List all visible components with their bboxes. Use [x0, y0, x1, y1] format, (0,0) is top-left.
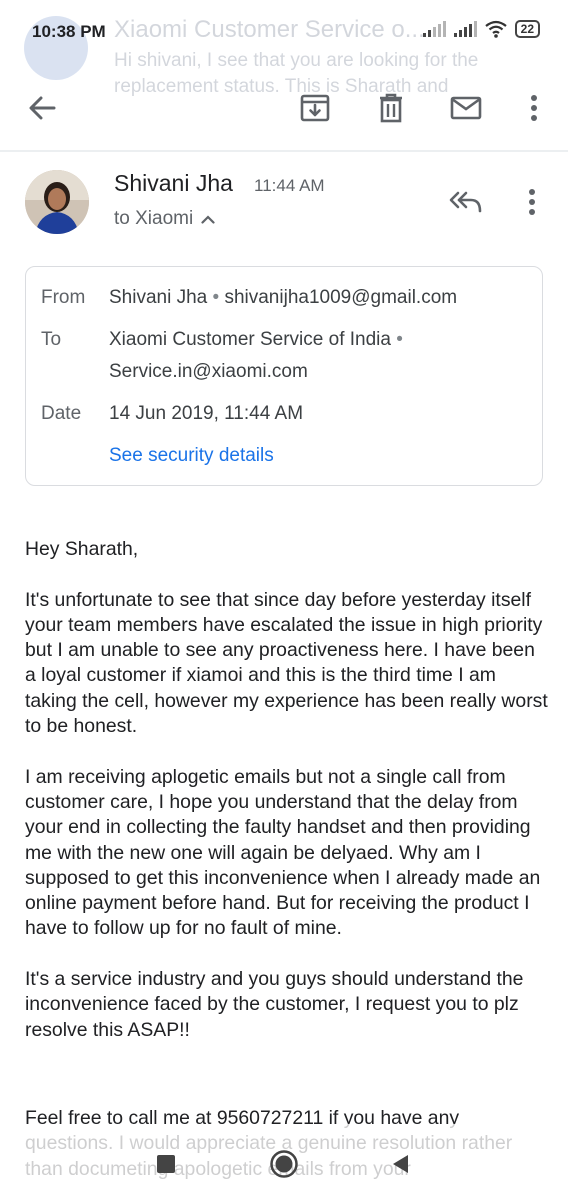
message-details-card: From Shivani Jha • shivanijha1009@gmail.…: [25, 266, 543, 486]
reply-all-button[interactable]: [446, 182, 486, 222]
nav-back-button[interactable]: [380, 1144, 420, 1184]
body-paragraph: I am receiving aplogetic emails but not …: [25, 765, 541, 940]
sender-avatar[interactable]: [25, 170, 89, 234]
body-paragraph: It's a service industry and you guys sho…: [25, 968, 524, 1041]
body-paragraph: It's unfortunate to see that since day b…: [25, 588, 548, 738]
status-icons: 22: [422, 20, 540, 38]
security-details-link[interactable]: See security details: [109, 445, 274, 467]
to-name: Xiaomi Customer Service of India: [109, 329, 391, 350]
home-button[interactable]: [264, 1144, 304, 1184]
home-circle-icon: [270, 1150, 298, 1178]
archive-icon: [300, 94, 330, 122]
system-navigation-bar: [0, 1124, 568, 1200]
toolbar-divider: [0, 150, 568, 152]
back-triangle-icon: [393, 1155, 408, 1173]
to-label: To: [41, 329, 62, 350]
message-more-button[interactable]: [512, 182, 552, 222]
status-time: 10:38 PM: [32, 22, 106, 41]
message-time: 11:44 AM: [254, 176, 325, 195]
chevron-up-icon: [201, 214, 215, 224]
email-toolbar: [0, 76, 568, 140]
to-email[interactable]: Service.in@xiaomi.com: [109, 361, 308, 383]
back-arrow-icon: [29, 96, 56, 120]
email-body: Hey Sharath, It's unfortunate to see tha…: [25, 537, 550, 1200]
mark-unread-icon: [450, 96, 482, 120]
back-button[interactable]: [20, 86, 64, 130]
body-paragraph: Hey Sharath,: [25, 538, 139, 560]
sender-name: Shivani Jha: [114, 170, 233, 196]
person-photo: [25, 170, 89, 234]
date-label: Date: [41, 403, 82, 424]
recipient-toggle[interactable]: to Xiaomi: [114, 208, 215, 230]
archive-button[interactable]: [293, 86, 337, 130]
recipient-summary: to Xiaomi: [114, 208, 194, 229]
to-value: Xiaomi Customer Service of India •: [109, 329, 403, 351]
from-label: From: [41, 287, 86, 308]
recents-square-icon: [157, 1155, 175, 1173]
delete-button[interactable]: [369, 86, 413, 130]
more-options-button[interactable]: [512, 86, 556, 130]
reply-all-icon: [449, 191, 482, 213]
delete-icon: [380, 93, 402, 123]
status-bar: 10:38 PM 22: [0, 0, 568, 70]
from-name: Shivani Jha: [109, 287, 208, 308]
more-vert-icon: [529, 189, 535, 215]
from-email[interactable]: shivanijha1009@gmail.com: [224, 287, 457, 308]
signal-icon: [453, 21, 477, 37]
mark-unread-button[interactable]: [444, 86, 488, 130]
recents-button[interactable]: [146, 1144, 186, 1184]
separator-dot: •: [212, 287, 220, 308]
more-vert-icon: [531, 95, 537, 121]
signal-icon: [422, 21, 446, 37]
date-value: 14 Jun 2019, 11:44 AM: [109, 403, 304, 424]
battery-icon: 22: [514, 20, 540, 38]
wifi-icon: [484, 20, 507, 38]
from-value: Shivani Jha • shivanijha1009@gmail.com: [109, 287, 457, 309]
separator-dot: •: [396, 329, 403, 350]
